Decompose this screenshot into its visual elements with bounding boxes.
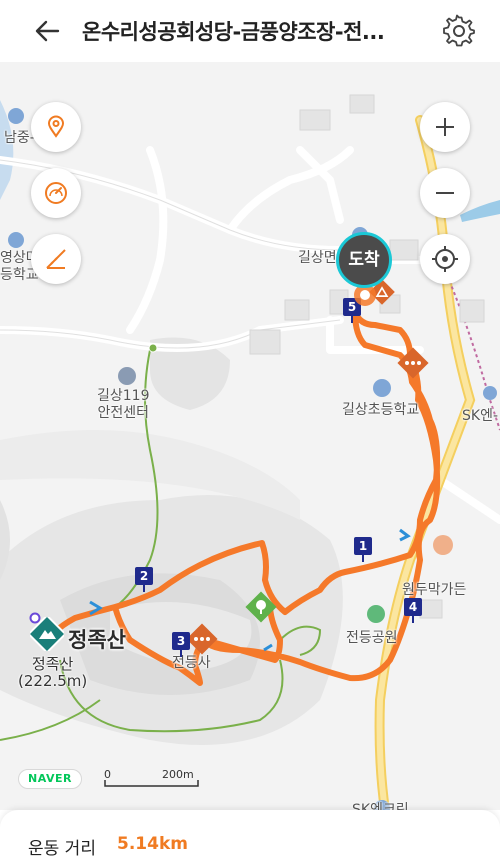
crosshair-icon: [432, 246, 458, 272]
waypoint-3[interactable]: 3: [172, 632, 190, 657]
scale-distance: 200m: [162, 768, 194, 781]
zoom-out-icon: [436, 192, 454, 194]
map-label-restaurant: 원두막가든: [402, 582, 467, 598]
map-label-gilsang-school: 길상초등학교: [342, 402, 420, 418]
waypoint-2[interactable]: 2: [135, 567, 153, 592]
header: 온수리성공회성당-금풍양조장-전...: [0, 0, 500, 62]
distance-label: 운동 거리: [28, 839, 96, 859]
map-label-sk: SK엔-: [462, 408, 498, 424]
gear-icon[interactable]: [440, 12, 478, 50]
location-pin-icon: [47, 115, 65, 138]
rest-stop-marker-icon: [186, 623, 218, 655]
zoom-out-button[interactable]: [420, 168, 470, 218]
waypoint-1[interactable]: 1: [354, 537, 372, 562]
zoom-in-icon: [436, 118, 454, 136]
summit-marker-icon: [29, 612, 41, 624]
pace-button[interactable]: [31, 168, 81, 218]
tree-marker-icon: [245, 591, 277, 623]
map-label-school-partial: 남중-: [4, 130, 35, 146]
map-label-fire-station: 길상119 안전센터: [97, 388, 150, 421]
speedometer-icon: [45, 182, 67, 204]
location-button[interactable]: [31, 102, 81, 152]
zoom-in-button[interactable]: [420, 102, 470, 152]
map-label-gilsang-top: 길상면: [298, 250, 337, 266]
map-label-park: 전등공원: [346, 630, 398, 646]
stats-panel: 운동 거리 5.14km: [0, 810, 500, 863]
scale-zero: 0: [104, 768, 111, 781]
page-title: 온수리성공회성당-금풍양조장-전...: [82, 20, 385, 44]
back-arrow-icon[interactable]: [30, 14, 64, 48]
naver-logo: NAVER: [18, 769, 82, 789]
map-label-peak: 정족산 (222.5m): [18, 655, 88, 690]
arrival-badge: 도착: [336, 232, 392, 288]
current-location-button[interactable]: [420, 234, 470, 284]
map-label-peak-name: 정족산: [68, 628, 126, 652]
map-view[interactable]: 남중- 영상마 등학교 길상면 길상119 안전센터 길상초등학교 SK엔- 원…: [0, 62, 500, 810]
waypoint-4[interactable]: 4: [404, 598, 422, 623]
elevation-button[interactable]: [31, 234, 81, 284]
rest-stop-marker-icon: [397, 347, 429, 379]
elevation-icon: [46, 249, 66, 269]
map-base: [0, 62, 500, 810]
map-label-bottom-station: SK엔크린: [352, 802, 409, 810]
distance-value: 5.14km: [117, 834, 188, 854]
map-label-temple: 전등사: [172, 655, 211, 671]
